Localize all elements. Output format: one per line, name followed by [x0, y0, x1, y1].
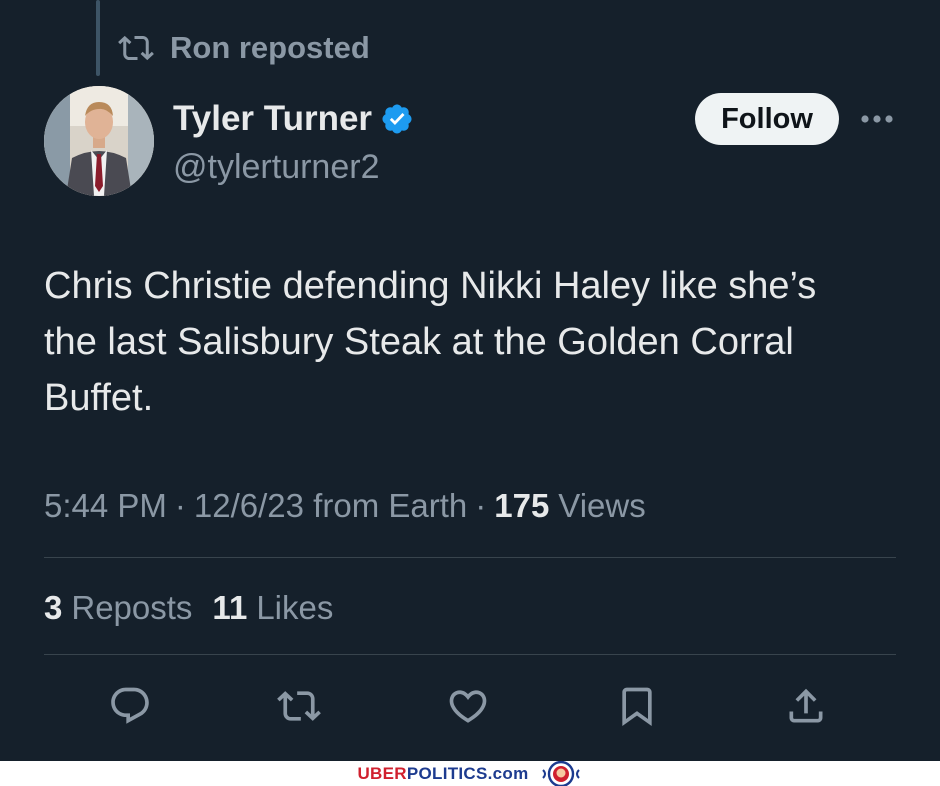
like-icon — [449, 690, 487, 723]
repost-context[interactable]: Ron reposted — [118, 28, 370, 68]
thread-line — [96, 0, 100, 76]
tweet-card: Ron reposted Tyler Turner @tylerturner2 … — [0, 0, 940, 761]
share-button[interactable] — [782, 682, 830, 730]
repost-label: Ron reposted — [170, 30, 370, 65]
watermark-footer: UBERPOLITICS.com — [0, 760, 940, 786]
reply-button[interactable] — [106, 682, 154, 730]
author-handle[interactable]: @tylerturner2 — [173, 145, 379, 189]
reposts-count[interactable]: 3 — [44, 589, 62, 627]
views-label: Views — [558, 487, 646, 524]
follow-button[interactable]: Follow — [695, 93, 839, 145]
avatar-photo — [44, 86, 154, 196]
more-options-button[interactable] — [858, 104, 896, 134]
meta-separator: · — [174, 487, 186, 524]
likes-label[interactable]: Likes — [256, 589, 333, 627]
lion-crest-icon — [541, 760, 580, 786]
meta-separator: · — [475, 487, 487, 524]
likes-count[interactable]: 11 — [212, 589, 247, 627]
bookmark-button[interactable] — [613, 682, 661, 730]
tweet-date-source[interactable]: 12/6/23 from Earth — [194, 487, 467, 525]
reply-icon — [111, 687, 149, 724]
share-icon — [789, 688, 823, 723]
verified-badge-icon — [382, 104, 412, 134]
tweet-time[interactable]: 5:44 PM — [44, 487, 167, 525]
author-name[interactable]: Tyler Turner — [173, 96, 414, 142]
author-name-text: Tyler Turner — [173, 99, 373, 138]
watermark-text: UBERPOLITICS.com — [357, 763, 529, 783]
reposts-label[interactable]: Reposts — [71, 589, 192, 627]
repost-icon — [118, 35, 154, 61]
avatar[interactable] — [44, 86, 154, 196]
views-count: 175 — [494, 487, 550, 524]
bookmark-icon — [622, 687, 652, 727]
repost-button[interactable] — [275, 682, 323, 730]
repost-icon — [277, 691, 321, 721]
more-options-icon — [861, 115, 893, 123]
like-button[interactable] — [444, 682, 492, 730]
divider — [44, 557, 896, 558]
tweet-text: Chris Christie defending Nikki Haley lik… — [44, 265, 817, 419]
tweet-meta: 5:44 PM · 12/6/23 from Earth · 175 Views — [44, 484, 646, 528]
engagement-stats: 3 Reposts 11 Likes — [44, 586, 333, 630]
action-bar — [0, 676, 940, 736]
divider — [44, 654, 896, 655]
